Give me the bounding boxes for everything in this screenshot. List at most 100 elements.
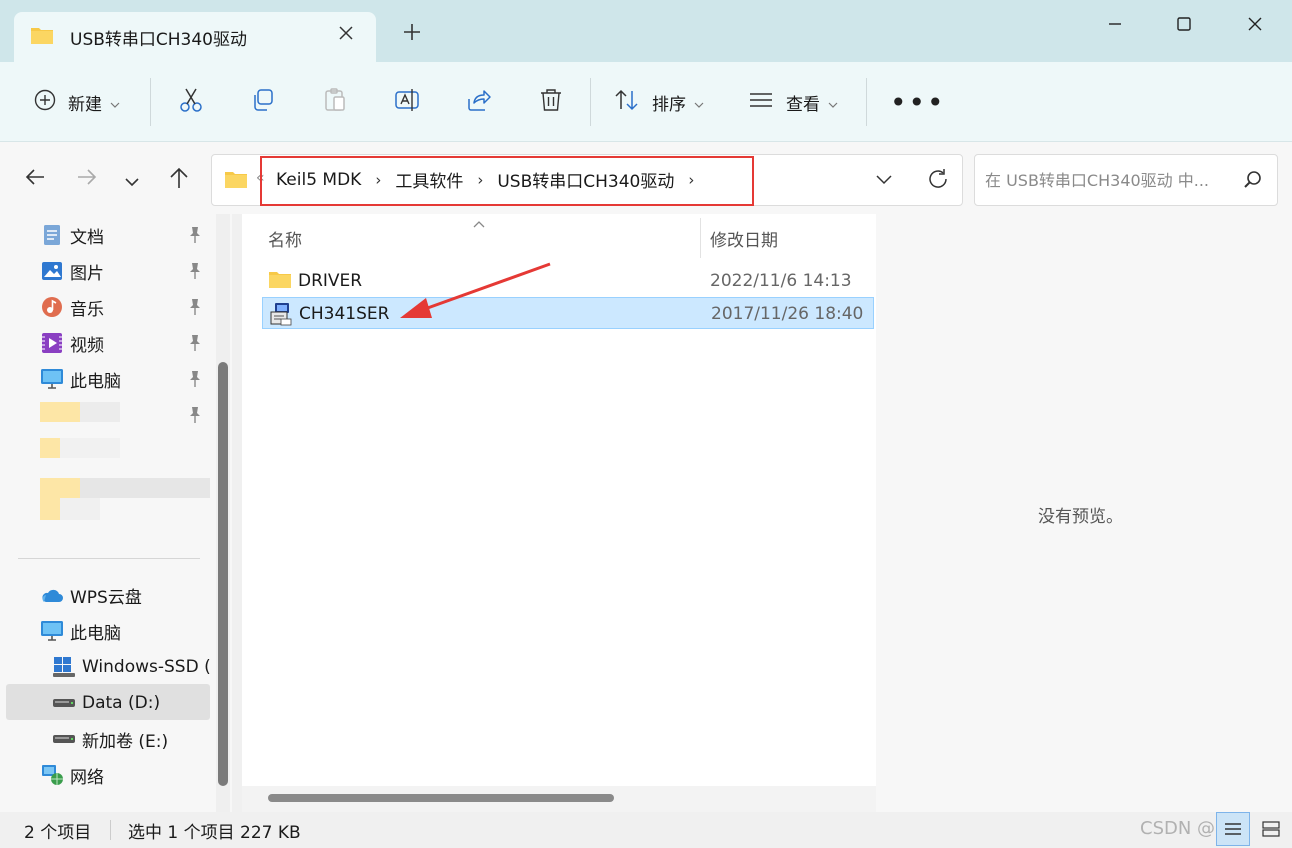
cloud-icon xyxy=(40,583,64,607)
highlight-annotation-box xyxy=(260,156,754,206)
file-name: CH341SER xyxy=(299,304,390,324)
refresh-icon[interactable] xyxy=(926,167,950,195)
divider xyxy=(866,78,867,126)
sidebar-item-documents[interactable]: 文档 xyxy=(40,218,104,252)
delete-button[interactable] xyxy=(538,62,564,142)
sort-button[interactable]: 排序 xyxy=(614,62,704,142)
minimize-button[interactable] xyxy=(1095,10,1135,38)
search-input[interactable] xyxy=(985,167,1235,193)
sidebar-scrollbar-thumb[interactable] xyxy=(218,362,228,786)
sidebar-item-wps-cloud[interactable]: WPS云盘 xyxy=(40,578,142,612)
computer-icon xyxy=(40,619,64,643)
sidebar-item-this-pc[interactable]: 此电脑 xyxy=(40,362,121,396)
picture-icon xyxy=(40,259,64,283)
trash-icon xyxy=(538,87,564,117)
new-button[interactable]: 新建 xyxy=(34,62,120,142)
chevron-down-icon xyxy=(828,93,838,112)
tiles-view-button[interactable] xyxy=(1254,812,1288,846)
share-icon xyxy=(466,87,492,117)
up-arrow-icon[interactable] xyxy=(168,166,190,194)
redacted-items-mosaic xyxy=(40,402,210,532)
scissors-icon xyxy=(178,87,204,117)
sidebar-item-pictures[interactable]: 图片 xyxy=(40,254,104,288)
rename-icon xyxy=(394,87,420,117)
copy-button[interactable] xyxy=(250,62,276,142)
forward-arrow-icon[interactable] xyxy=(76,166,98,192)
file-date: 2022/11/6 14:13 xyxy=(710,271,852,291)
chevron-down-icon xyxy=(110,93,120,112)
clipboard-icon xyxy=(322,87,348,117)
sort-icon xyxy=(614,89,640,115)
selection-info: 选中 1 个项目 227 KB xyxy=(128,823,301,843)
new-tab-button[interactable] xyxy=(402,22,422,46)
folder-icon xyxy=(30,25,54,49)
sidebar-item-label: 此电脑 xyxy=(70,371,121,392)
share-button[interactable] xyxy=(466,62,492,142)
sidebar-item-label: 文档 xyxy=(70,227,104,248)
copy-icon xyxy=(250,87,276,117)
sidebar-item-label: 音乐 xyxy=(70,299,104,320)
more-icon: ••• xyxy=(890,85,946,119)
sidebar-item-windows-ssd[interactable]: Windows-SSD ( xyxy=(52,650,211,684)
file-name: DRIVER xyxy=(298,271,363,291)
pin-icon[interactable] xyxy=(188,262,202,284)
sidebar-item-this-pc[interactable]: 此电脑 xyxy=(40,614,121,648)
list-view-icon xyxy=(748,90,774,114)
search-box[interactable] xyxy=(974,154,1278,206)
tab-title: USB转串口CH340驱动 xyxy=(70,29,247,50)
pin-icon[interactable] xyxy=(188,370,202,392)
address-bar[interactable]: « Keil5 MDK › 工具软件 › USB转串口CH340驱动 › xyxy=(211,154,963,206)
sort-ascending-icon xyxy=(472,214,486,233)
rename-button[interactable] xyxy=(394,62,420,142)
file-date: 2017/11/26 18:40 xyxy=(711,304,864,324)
maximize-button[interactable] xyxy=(1164,10,1204,38)
pin-icon[interactable] xyxy=(188,226,202,248)
sidebar-item-label: WPS云盘 xyxy=(70,587,142,608)
column-header-name[interactable]: 名称 xyxy=(268,226,302,251)
sidebar-item-network[interactable]: 网络 xyxy=(40,758,104,792)
sidebar-item-label: Data (D:) xyxy=(82,693,161,713)
tab-current-folder[interactable]: USB转串口CH340驱动 xyxy=(14,12,376,62)
command-bar: 新建 排序 查看 ••• xyxy=(0,62,1292,142)
sidebar-item-videos[interactable]: 视频 xyxy=(40,326,104,360)
sidebar-item-data-drive[interactable]: Data (D:) xyxy=(52,686,160,720)
chevron-down-icon xyxy=(694,93,704,112)
file-row-selected[interactable]: CH341SER 2017/11/26 18:40 xyxy=(262,297,874,329)
divider xyxy=(110,820,111,840)
file-list: 名称 修改日期 DRIVER 2022/11/6 14:13 CH341SER … xyxy=(242,214,876,812)
sidebar-item-new-volume[interactable]: 新加卷 (E:) xyxy=(52,722,168,756)
sort-button-label: 排序 xyxy=(652,94,686,115)
more-options-button[interactable]: ••• xyxy=(890,62,946,142)
file-list-scrollbar-thumb[interactable] xyxy=(268,794,614,802)
folder-icon xyxy=(224,169,248,193)
details-view-button[interactable] xyxy=(1216,812,1250,846)
close-window-button[interactable] xyxy=(1235,10,1275,38)
drive-icon xyxy=(52,691,76,715)
address-history-chevron-icon[interactable] xyxy=(874,169,894,193)
recent-locations-chevron-icon[interactable] xyxy=(124,172,140,191)
preview-pane: 没有预览。 xyxy=(876,214,1292,812)
video-icon xyxy=(40,331,64,355)
file-row[interactable]: DRIVER 2022/11/6 14:13 xyxy=(262,265,874,297)
column-divider[interactable] xyxy=(700,218,701,258)
new-button-label: 新建 xyxy=(68,94,102,115)
cut-button[interactable] xyxy=(178,62,204,142)
pin-icon[interactable] xyxy=(188,298,202,320)
column-header-date-modified[interactable]: 修改日期 xyxy=(710,226,778,251)
close-tab-icon[interactable] xyxy=(338,24,354,46)
drive-icon xyxy=(52,727,76,751)
details-view-icon xyxy=(1225,823,1241,835)
search-icon[interactable] xyxy=(1243,170,1263,194)
view-button[interactable]: 查看 xyxy=(748,62,838,142)
annotation-arrow-icon xyxy=(400,262,551,318)
setup-exe-icon xyxy=(269,302,293,331)
sidebar-item-music[interactable]: 音乐 xyxy=(40,290,104,324)
sidebar-item-label: 新加卷 (E:) xyxy=(82,731,169,752)
pin-icon[interactable] xyxy=(188,334,202,356)
plus-circle-icon xyxy=(34,89,56,115)
paste-button[interactable] xyxy=(322,62,348,142)
music-icon xyxy=(40,295,64,319)
watermark: CSDN @ xyxy=(1140,818,1216,839)
divider xyxy=(150,78,151,126)
back-arrow-icon[interactable] xyxy=(24,166,46,192)
